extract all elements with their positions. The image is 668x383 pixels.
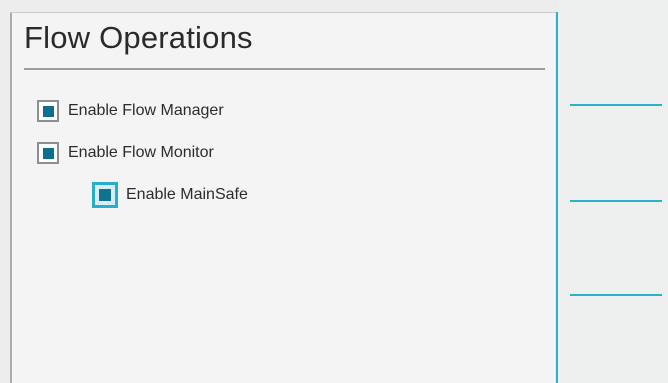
side-menu-slot-1[interactable]: [570, 104, 662, 106]
enable-flow-manager-option[interactable]: Enable Flow Manager: [37, 100, 224, 122]
checkbox-checked-mark-icon: [42, 105, 54, 117]
checkbox-checked-mark-icon: [99, 189, 111, 201]
side-menu-slot-3[interactable]: [570, 294, 662, 296]
enable-mainsafe-checkbox[interactable]: [92, 182, 118, 208]
enable-mainsafe-option[interactable]: Enable MainSafe: [92, 182, 248, 208]
side-menu-slot-2[interactable]: [570, 200, 662, 202]
side-menu-divider: [556, 12, 558, 383]
enable-flow-monitor-option[interactable]: Enable Flow Monitor: [37, 142, 214, 164]
side-menu-pane: [558, 0, 668, 383]
flow-operations-screen: Flow Operations Enable Flow Manager Enab…: [0, 0, 668, 383]
enable-flow-manager-label: Enable Flow Manager: [68, 102, 224, 119]
enable-flow-monitor-checkbox[interactable]: [37, 142, 59, 164]
page-title: Flow Operations: [24, 20, 253, 55]
checkbox-checked-mark-icon: [42, 147, 54, 159]
title-divider: [24, 68, 545, 70]
panel-left-border: [10, 12, 12, 383]
panel-top-border: [10, 12, 556, 13]
enable-flow-manager-checkbox[interactable]: [37, 100, 59, 122]
enable-flow-monitor-label: Enable Flow Monitor: [68, 144, 214, 161]
enable-mainsafe-label: Enable MainSafe: [126, 186, 248, 203]
